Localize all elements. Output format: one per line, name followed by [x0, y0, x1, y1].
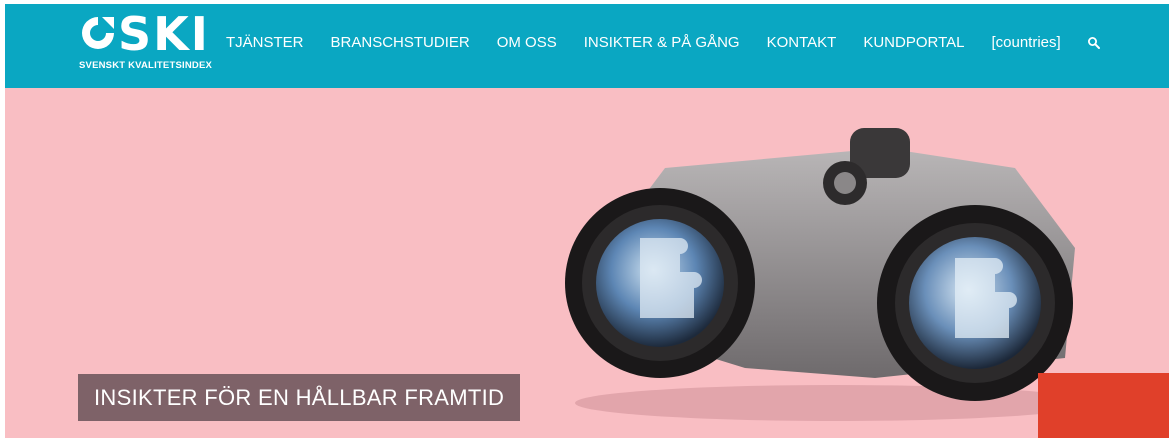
top-navigation-bar: SKI SVENSKT KVALITETSINDEX TJÄNSTER BRAN…	[5, 4, 1169, 88]
nav-item-tjanster[interactable]: TJÄNSTER	[226, 34, 304, 52]
nav-item-kontakt[interactable]: KONTAKT	[767, 34, 837, 52]
nav-item-insikter[interactable]: INSIKTER & PÅ GÅNG	[584, 34, 740, 52]
nav-item-branschstudier[interactable]: BRANSCHSTUDIER	[331, 34, 470, 52]
logo-word-text: SKI	[118, 7, 210, 61]
logo-wordmark: SKI	[78, 10, 210, 58]
nav-item-om-oss[interactable]: OM OSS	[497, 34, 557, 52]
logo-mark-icon	[82, 17, 114, 49]
binoculars-image	[565, 128, 1095, 421]
search-icon[interactable]	[1087, 36, 1101, 50]
logo-tagline: SVENSKT KVALITETSINDEX	[79, 60, 213, 71]
hero-caption: INSIKTER FÖR EN HÅLLBAR FRAMTID	[78, 374, 521, 421]
nav-item-countries[interactable]: [countries]	[991, 34, 1060, 52]
main-menu: TJÄNSTER BRANSCHSTUDIER OM OSS INSIKTER …	[226, 34, 1101, 52]
ski-logo[interactable]: SKI SVENSKT KVALITETSINDEX	[78, 10, 228, 76]
page-frame: SKI SVENSKT KVALITETSINDEX TJÄNSTER BRAN…	[5, 4, 1169, 438]
nav-item-kundportal[interactable]: KUNDPORTAL	[863, 34, 964, 52]
accent-corner-block	[1038, 373, 1169, 438]
hero-banner: INSIKTER FÖR EN HÅLLBAR FRAMTID	[5, 88, 1169, 438]
